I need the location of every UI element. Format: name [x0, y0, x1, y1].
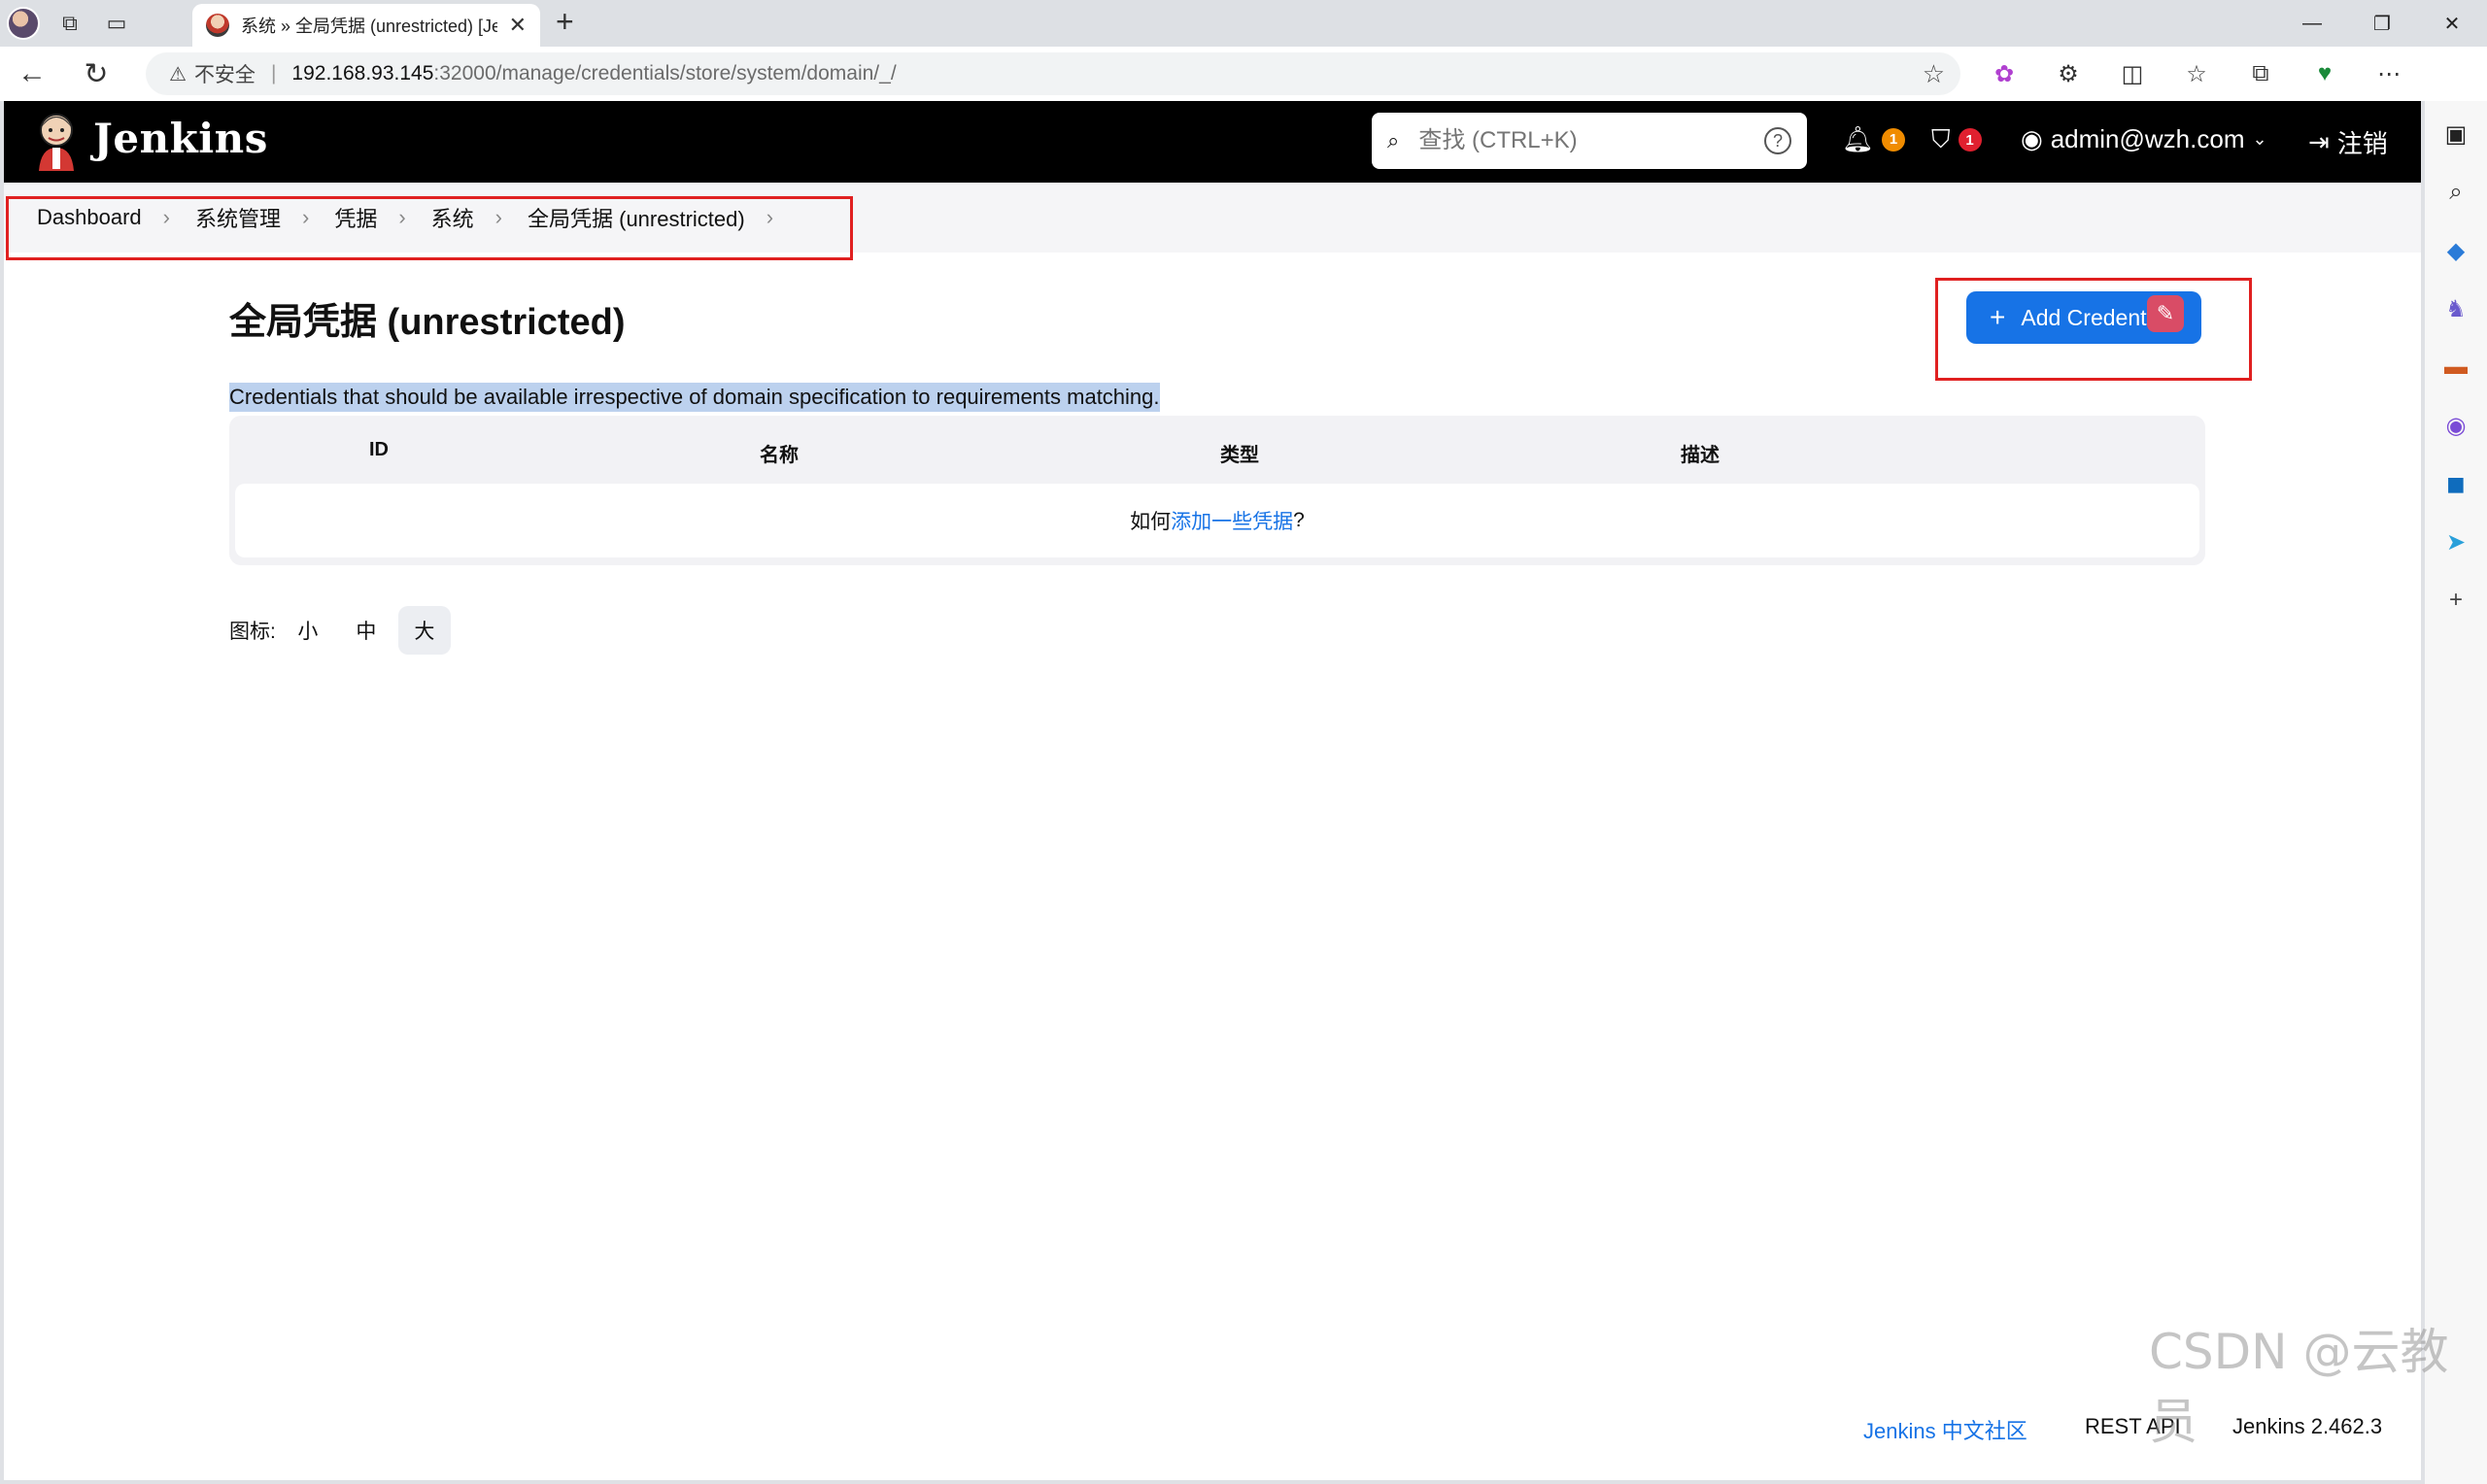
column-description[interactable]: 描述: [1681, 439, 1720, 467]
csdn-watermark: CSDN @云教员: [2149, 1324, 2449, 1450]
icon-size-label: 图标:: [229, 621, 276, 643]
page-viewport: Jenkins ⌕ ? 🔔︎ 1 ⛉ 1 ◉ admin@wzh.com ⌄ ⇥…: [4, 101, 2421, 1480]
column-type[interactable]: 类型: [1220, 439, 1259, 467]
add-sidebar-app-icon[interactable]: +: [2440, 585, 2471, 616]
shield-icon: ⛉: [1931, 124, 1951, 153]
reload-icon[interactable]: ↻: [64, 47, 128, 101]
close-tab-icon[interactable]: ✕: [509, 13, 527, 38]
split-screen-icon[interactable]: ◫: [2100, 60, 2164, 88]
icon-size-small[interactable]: 小: [282, 606, 334, 655]
footer-community-link[interactable]: Jenkins 中文社区: [1863, 1414, 2027, 1445]
column-name[interactable]: 名称: [760, 439, 799, 467]
notifications-badge: 1: [1882, 127, 1906, 152]
more-menu-icon[interactable]: ⋯: [2357, 60, 2421, 88]
url-path: :32000/manage/credentials/store/system/d…: [433, 62, 897, 84]
empty-table-row: 如何 添加一些凭据 ?: [235, 484, 2199, 557]
collections-icon[interactable]: ⧉: [2229, 60, 2293, 87]
office-icon[interactable]: ◉: [2440, 410, 2471, 441]
minimize-icon[interactable]: —: [2277, 0, 2347, 47]
insecure-label[interactable]: 不安全: [194, 59, 256, 88]
outlook-icon[interactable]: ◼: [2440, 468, 2471, 499]
back-icon[interactable]: ←: [0, 47, 64, 101]
user-name: admin@wzh.com: [2050, 124, 2245, 153]
shopping-tag-icon[interactable]: ◆: [2440, 235, 2471, 266]
extensions-icon[interactable]: ⚙: [2036, 60, 2100, 88]
extension-toolbar: ✿ ⚙ ◫ ☆ ⧉ ♥ ⋯: [1972, 47, 2421, 101]
edge-sidebar: ▣ ⌕ ◆ ♞ ▬ ◉ ◼ ➤ +: [2425, 101, 2487, 1484]
domain-description: Credentials that should be available irr…: [229, 383, 1160, 412]
jenkins-brand[interactable]: Jenkins: [93, 115, 268, 162]
jenkins-header: Jenkins ⌕ ? 🔔︎ 1 ⛉ 1 ◉ admin@wzh.com ⌄ ⇥…: [4, 101, 2421, 183]
telegram-icon[interactable]: ➤: [2440, 526, 2471, 557]
logout-icon: ⇥: [2308, 127, 2330, 156]
sidebar-toggle-icon[interactable]: ▣: [2440, 118, 2471, 150]
address-separator: |: [270, 62, 277, 84]
browser-tab-active[interactable]: 系统 » 全局凭据 (unrestricted) [Je ✕: [192, 4, 540, 47]
tools-icon[interactable]: ▬: [2440, 352, 2471, 383]
table-header: ID 名称 类型 描述: [229, 416, 2205, 484]
tab-actions-icon[interactable]: ▭: [93, 0, 140, 47]
help-icon[interactable]: ?: [1764, 127, 1791, 154]
address-bar[interactable]: ⚠ 不安全 | 192.168.93.145 :32000/manage/cre…: [146, 52, 1960, 95]
new-tab-icon[interactable]: +: [556, 4, 574, 40]
icon-size-medium[interactable]: 中: [340, 606, 392, 655]
favorite-star-icon[interactable]: ☆: [1923, 59, 1945, 89]
url-host: 192.168.93.145: [291, 62, 434, 84]
empty-suffix: ?: [1293, 509, 1305, 531]
warning-icon: ⚠: [169, 63, 187, 85]
icon-size-large[interactable]: 大: [397, 606, 451, 655]
security-button[interactable]: ⛉ 1: [1931, 124, 1982, 155]
column-id[interactable]: ID: [369, 439, 389, 461]
browser-essentials-icon[interactable]: ♥: [2293, 60, 2357, 87]
jenkins-logo-icon[interactable]: [33, 111, 80, 173]
page-title: 全局凭据 (unrestricted): [229, 302, 626, 343]
security-badge: 1: [1958, 128, 1982, 152]
tab-title: 系统 » 全局凭据 (unrestricted) [Je: [241, 17, 497, 36]
copilot-icon[interactable]: ✿: [1972, 60, 2036, 88]
logout-button[interactable]: ⇥ 注销: [2308, 124, 2388, 160]
add-button-highlight-box: [1935, 278, 2252, 381]
search-box[interactable]: ⌕ ?: [1372, 113, 1807, 169]
credentials-table: ID 名称 类型 描述 如何 添加一些凭据 ?: [229, 416, 2205, 565]
search-icon: ⌕: [1387, 128, 1400, 152]
bell-icon: 🔔︎: [1842, 124, 1875, 153]
notifications-button[interactable]: 🔔︎ 1: [1842, 124, 1906, 154]
search-input[interactable]: [1418, 127, 1745, 154]
workspaces-icon[interactable]: ⧉: [47, 0, 93, 47]
profile-icon[interactable]: [0, 0, 47, 47]
restore-icon[interactable]: ❐: [2347, 0, 2417, 47]
browser-toolbar: ← ↻ ⚠ 不安全 | 192.168.93.145 :32000/manage…: [0, 47, 2487, 101]
close-window-icon[interactable]: ✕: [2417, 0, 2487, 47]
icon-size-selector: 图标: 小 中 大: [229, 606, 451, 655]
add-credentials-link[interactable]: 添加一些凭据: [1171, 506, 1293, 535]
chevron-down-icon: ⌄: [2252, 129, 2267, 149]
empty-prefix: 如何: [1130, 511, 1172, 533]
breadcrumb-highlight-box: [6, 196, 853, 260]
user-icon: ◉: [2021, 124, 2043, 153]
jenkins-favicon-icon: [206, 14, 229, 37]
window-controls: — ❐ ✕: [2277, 0, 2487, 47]
browser-tab-strip: ⧉ ▭ 系统 » 全局凭据 (unrestricted) [Je ✕ + — ❐…: [0, 0, 2487, 47]
sidebar-search-icon[interactable]: ⌕: [2440, 177, 2471, 208]
logout-label: 注销: [2336, 129, 2388, 158]
games-icon[interactable]: ♞: [2440, 293, 2471, 324]
favorites-icon[interactable]: ☆: [2164, 60, 2229, 88]
user-menu[interactable]: ◉ admin@wzh.com ⌄: [2021, 124, 2267, 154]
